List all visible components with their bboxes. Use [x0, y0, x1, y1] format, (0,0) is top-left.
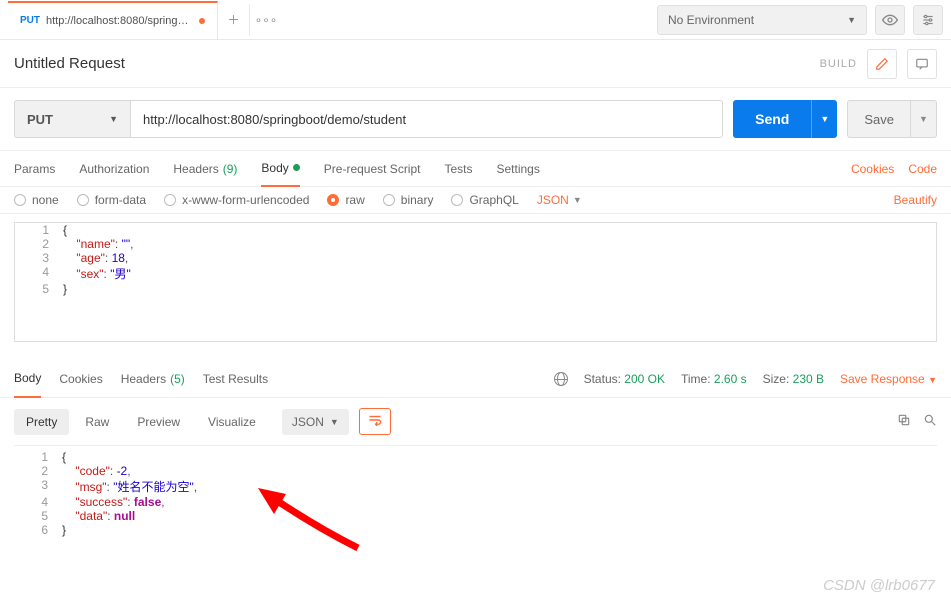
- request-tabs-right: Cookies Code: [851, 162, 937, 176]
- tab-method: PUT: [20, 15, 40, 26]
- environment-preview-button[interactable]: [875, 5, 905, 35]
- copy-icon: [897, 413, 911, 427]
- send-button[interactable]: Send: [733, 100, 811, 138]
- globe-icon: [554, 372, 568, 386]
- request-tabs: Params Authorization Headers (9) Body Pr…: [0, 151, 951, 187]
- title-row: Untitled Request BUILD: [0, 40, 951, 88]
- tab-title: http://localhost:8080/springboo…: [46, 15, 193, 27]
- environment-select[interactable]: No Environment ▼: [657, 5, 867, 35]
- request-body-editor[interactable]: 1{ 2 "name": "", 3 "age": 18, 4 "sex": "…: [14, 222, 937, 342]
- radio-icon: [14, 194, 26, 206]
- response-toolbar: Pretty Raw Preview Visualize JSON ▼: [0, 398, 951, 445]
- content-type-select[interactable]: JSON ▼: [537, 193, 582, 207]
- view-raw[interactable]: Raw: [73, 409, 121, 435]
- radio-icon: [451, 194, 463, 206]
- radio-icon: [327, 194, 339, 206]
- send-dropdown[interactable]: ▼: [811, 100, 837, 138]
- tab-body[interactable]: Body: [261, 151, 299, 187]
- watermark: CSDN @lrb0677: [823, 577, 935, 594]
- environment-section: No Environment ▼: [657, 5, 943, 35]
- top-bar: PUT http://localhost:8080/springboo… ＋ ∘…: [0, 0, 951, 40]
- eye-icon: [882, 12, 898, 28]
- radio-none[interactable]: none: [14, 193, 59, 207]
- environment-settings-button[interactable]: [913, 5, 943, 35]
- response-meta: Status: 200 OK Time: 2.60 s Size: 230 B …: [554, 372, 937, 386]
- tab-headers-label: Headers: [173, 162, 218, 176]
- resp-tab-test-results[interactable]: Test Results: [203, 360, 268, 398]
- save-response-button[interactable]: Save Response ▼: [840, 372, 937, 386]
- headers-count: (9): [223, 162, 238, 176]
- tab-params[interactable]: Params: [14, 151, 55, 187]
- status-block: Status: 200 OK: [584, 372, 665, 386]
- resp-headers-count: (5): [170, 372, 185, 386]
- comment-button[interactable]: [907, 49, 937, 79]
- search-button[interactable]: [923, 413, 937, 430]
- view-preview[interactable]: Preview: [125, 409, 192, 435]
- view-pretty[interactable]: Pretty: [14, 409, 69, 435]
- env-selected: No Environment: [668, 13, 754, 27]
- tab-tests[interactable]: Tests: [444, 151, 472, 187]
- caret-down-icon: ▼: [330, 417, 339, 427]
- copy-button[interactable]: [897, 413, 911, 430]
- radio-icon: [77, 194, 89, 206]
- resp-tab-body[interactable]: Body: [14, 360, 41, 398]
- caret-down-icon: ▼: [820, 114, 829, 124]
- unsaved-dot-icon: [199, 18, 205, 24]
- response-format-select[interactable]: JSON ▼: [282, 409, 349, 435]
- request-title[interactable]: Untitled Request: [14, 55, 125, 72]
- resp-tab-headers[interactable]: Headers (5): [121, 360, 185, 398]
- tab-settings[interactable]: Settings: [497, 151, 540, 187]
- radio-icon: [164, 194, 176, 206]
- build-label: BUILD: [820, 58, 857, 70]
- caret-down-icon: ▼: [919, 114, 928, 124]
- radio-raw[interactable]: raw: [327, 193, 364, 207]
- caret-down-icon: ▼: [847, 15, 856, 25]
- save-dropdown[interactable]: ▼: [911, 100, 937, 138]
- wrap-lines-button[interactable]: [359, 408, 391, 435]
- view-visualize[interactable]: Visualize: [196, 409, 268, 435]
- tab-more-button[interactable]: ∘∘∘: [250, 13, 282, 27]
- code-link[interactable]: Code: [908, 162, 937, 176]
- resp-tab-cookies[interactable]: Cookies: [59, 360, 102, 398]
- method-select[interactable]: PUT ▼: [14, 100, 130, 138]
- response-bar: Body Cookies Headers (5) Test Results St…: [0, 360, 951, 398]
- title-actions: BUILD: [820, 49, 937, 79]
- url-row: PUT ▼ Send ▼ Save ▼: [0, 88, 951, 151]
- cookies-link[interactable]: Cookies: [851, 162, 894, 176]
- caret-down-icon: ▼: [573, 195, 582, 205]
- url-input[interactable]: [130, 100, 723, 138]
- comment-icon: [915, 57, 929, 71]
- radio-graphql[interactable]: GraphQL: [451, 193, 518, 207]
- radio-binary[interactable]: binary: [383, 193, 434, 207]
- radio-icon: [383, 194, 395, 206]
- save-button[interactable]: Save: [847, 100, 911, 138]
- body-type-row: none form-data x-www-form-urlencoded raw…: [0, 187, 951, 214]
- sliders-icon: [921, 13, 935, 27]
- tab-authorization[interactable]: Authorization: [79, 151, 149, 187]
- body-indicator-icon: [293, 164, 300, 171]
- wrap-icon: [368, 414, 382, 426]
- beautify-link[interactable]: Beautify: [894, 193, 937, 207]
- edit-button[interactable]: [867, 49, 897, 79]
- method-value: PUT: [27, 112, 53, 127]
- response-icons: [897, 413, 937, 430]
- radio-xwww[interactable]: x-www-form-urlencoded: [164, 193, 309, 207]
- new-tab-button[interactable]: ＋: [218, 4, 250, 36]
- tab-body-label: Body: [261, 161, 288, 175]
- search-icon: [923, 413, 937, 427]
- tab-headers[interactable]: Headers (9): [173, 151, 237, 187]
- caret-down-icon: ▼: [928, 375, 937, 385]
- size-block: Size: 230 B: [763, 372, 824, 386]
- radio-form-data[interactable]: form-data: [77, 193, 146, 207]
- time-block: Time: 2.60 s: [681, 372, 747, 386]
- tab-prerequest[interactable]: Pre-request Script: [324, 151, 421, 187]
- request-tab[interactable]: PUT http://localhost:8080/springboo…: [8, 1, 218, 39]
- caret-down-icon: ▼: [109, 114, 118, 124]
- pencil-icon: [875, 57, 889, 71]
- response-body-editor[interactable]: 1{ 2 "code": -2, 3 "msg": "姓名不能为空", 4 "s…: [14, 445, 937, 537]
